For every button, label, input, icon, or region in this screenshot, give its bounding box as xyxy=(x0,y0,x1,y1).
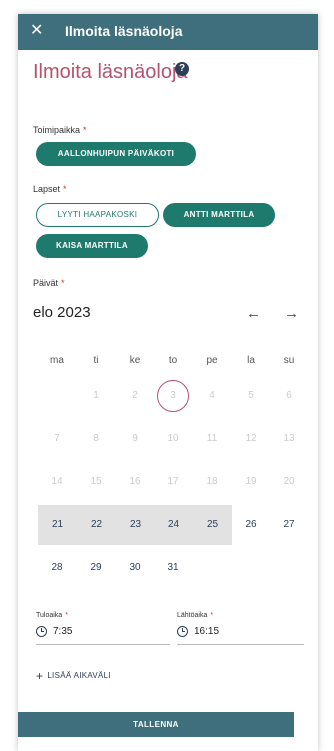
weekday-label: pe xyxy=(206,355,218,366)
child-chip-lyyti[interactable]: LYYTI HAAPAKOSKI xyxy=(36,203,159,227)
start-time-label: Tuloaika * xyxy=(36,612,68,619)
children-label: Lapset * xyxy=(33,184,67,194)
calendar-day[interactable]: 26 xyxy=(232,505,270,545)
calendar-day[interactable]: 28 xyxy=(38,548,76,588)
top-bar: ✕ Ilmoita läsnäoloja xyxy=(18,14,318,50)
start-time-label-text: Tuloaika xyxy=(36,612,63,619)
required-mark: * xyxy=(61,278,65,288)
today-indicator xyxy=(157,380,189,412)
days-label-text: Päivät xyxy=(33,278,59,288)
start-time-field[interactable]: 7:35 xyxy=(36,626,170,645)
weekday-label: to xyxy=(168,355,178,366)
required-mark: * xyxy=(65,612,68,619)
calendar-day: 8 xyxy=(93,433,99,444)
end-time-label: Lähtöaika * xyxy=(177,612,213,619)
calendar-day[interactable]: 24 xyxy=(154,505,193,545)
calendar-day[interactable]: 27 xyxy=(270,505,308,545)
prev-month-icon[interactable]: ← xyxy=(246,305,261,322)
page-title: Ilmoita läsnäoloja xyxy=(33,61,188,83)
calendar-day[interactable]: 25 xyxy=(193,505,232,545)
required-mark: * xyxy=(83,125,87,135)
help-icon[interactable]: ? xyxy=(175,62,189,76)
calendar-day[interactable]: 30 xyxy=(116,548,154,588)
clock-icon xyxy=(177,626,188,637)
next-month-icon[interactable]: → xyxy=(284,305,299,322)
save-button[interactable]: TALLENNA xyxy=(18,712,294,737)
children-label-text: Lapset xyxy=(33,184,61,194)
calendar-day: 6 xyxy=(286,390,292,401)
calendar-day: 7 xyxy=(54,433,60,444)
unit-label: Toimipaikka * xyxy=(33,125,87,135)
calendar-day: 14 xyxy=(51,476,63,487)
weekday-label: ti xyxy=(93,355,99,366)
close-icon[interactable]: ✕ xyxy=(30,22,43,40)
add-interval-button[interactable]: + LISÄÄ AIKAVÄLI xyxy=(36,669,111,683)
calendar-day[interactable]: 29 xyxy=(77,548,115,588)
calendar-day: 19 xyxy=(245,476,257,487)
calendar-day: 16 xyxy=(129,476,141,487)
required-mark: * xyxy=(210,612,214,619)
child-chip-kaisa[interactable]: KAISA MARTTILA xyxy=(36,234,148,258)
calendar-day: 17 xyxy=(167,476,179,487)
calendar-day: 2 xyxy=(132,390,138,401)
weekday-label: ke xyxy=(129,355,141,366)
add-interval-label: LISÄÄ AIKAVÄLI xyxy=(47,671,111,681)
top-bar-title: Ilmoita läsnäoloja xyxy=(65,23,183,39)
weekday-label: su xyxy=(283,355,295,366)
weekday-label: la xyxy=(247,355,255,366)
calendar-day[interactable]: 22 xyxy=(77,505,116,545)
clock-icon xyxy=(36,626,47,637)
unit-label-text: Toimipaikka xyxy=(33,125,81,135)
calendar-day: 12 xyxy=(245,433,257,444)
calendar-day: 11 xyxy=(206,433,218,444)
plus-icon: + xyxy=(36,669,44,683)
calendar-month: elo 2023 xyxy=(33,304,91,321)
start-time-value: 7:35 xyxy=(53,626,73,638)
calendar-day[interactable]: 31 xyxy=(154,548,192,588)
calendar-day: 15 xyxy=(90,476,102,487)
calendar-day[interactable]: 23 xyxy=(116,505,155,545)
calendar-day: 5 xyxy=(248,390,254,401)
end-time-value: 16:15 xyxy=(194,626,220,638)
calendar-day: 18 xyxy=(206,476,218,487)
required-mark: * xyxy=(63,184,67,194)
calendar-day: 20 xyxy=(283,476,295,487)
calendar-day: 13 xyxy=(283,433,295,444)
end-time-label-text: Lähtöaika xyxy=(177,612,208,619)
calendar-day: 9 xyxy=(132,433,138,444)
unit-chip[interactable]: AALLONHUIPUN PÄIVÄKOTI xyxy=(36,142,196,166)
calendar-day: 4 xyxy=(209,390,215,401)
weekday-label: ma xyxy=(50,355,64,366)
calendar-day: 1 xyxy=(93,390,99,401)
calendar-day: 10 xyxy=(167,433,179,444)
child-chip-antti[interactable]: ANTTI MARTTILA xyxy=(163,203,275,227)
end-time-field[interactable]: 16:15 xyxy=(177,626,304,645)
days-label: Päivät * xyxy=(33,278,65,288)
calendar-day[interactable]: 21 xyxy=(38,505,77,545)
